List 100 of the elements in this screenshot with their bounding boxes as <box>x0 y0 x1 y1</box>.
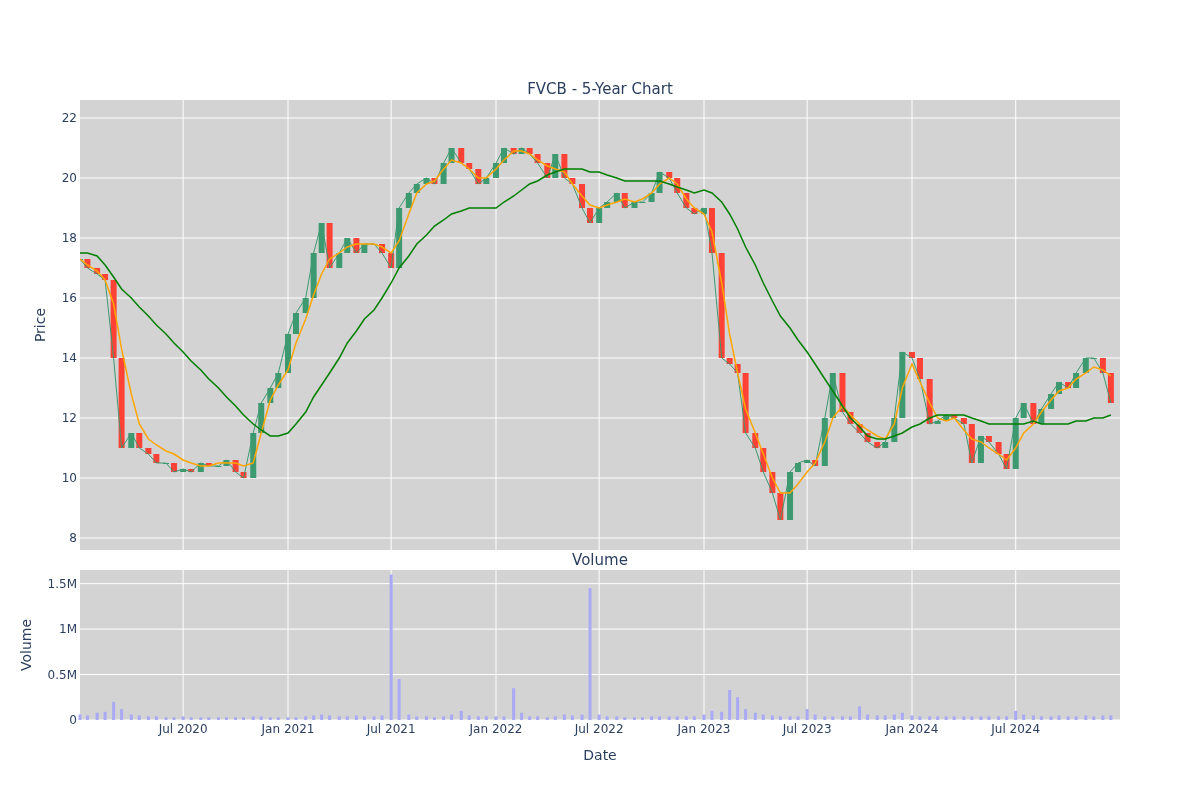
volume-bar <box>892 714 896 720</box>
volume-bar <box>286 717 290 720</box>
volume-bar <box>217 717 220 720</box>
tick-label: Jul 2022 <box>574 722 624 736</box>
volume-bar <box>304 716 308 720</box>
tick-label: 16 <box>61 291 77 305</box>
volume-bar <box>407 714 411 720</box>
volume-bar <box>354 715 358 720</box>
volume-bar <box>970 716 974 720</box>
volume-bar <box>251 716 255 720</box>
chart-title: FVCB - 5-Year Chart <box>527 80 673 98</box>
volume-bar <box>658 716 662 720</box>
volume-bar <box>1066 716 1070 720</box>
volume-bar <box>936 716 940 720</box>
volume-bar <box>553 716 557 720</box>
volume-bar <box>597 714 601 720</box>
volume-bar <box>702 714 706 720</box>
volume-bar <box>623 717 627 720</box>
volume-bar <box>605 716 609 720</box>
axis-title: Volume <box>18 618 34 672</box>
volume-bar <box>667 716 671 720</box>
volume-bar <box>234 717 238 720</box>
volume-bar <box>562 714 566 720</box>
volume-bar <box>129 714 133 720</box>
volume-bar <box>1022 714 1026 720</box>
volume-bar <box>415 716 419 720</box>
volume-bar <box>242 717 246 720</box>
volume-bar <box>172 717 176 720</box>
volume-bar <box>432 717 436 720</box>
volume-bar <box>778 716 782 720</box>
tick-label: Jul 2023 <box>782 722 832 736</box>
tick-label: Jan 2023 <box>677 722 731 736</box>
tick-label: 10 <box>61 471 77 485</box>
volume-bar <box>207 717 211 720</box>
volume-bar <box>684 716 688 720</box>
volume-bar <box>796 716 800 720</box>
volume-bar <box>728 690 732 720</box>
volume-bar <box>476 716 480 720</box>
tick-label: 22 <box>61 111 77 125</box>
volume-bar <box>425 716 428 720</box>
volume-bar <box>362 716 366 720</box>
volume-bar <box>78 714 82 720</box>
tick-label: Jan 2024 <box>885 722 939 736</box>
volume-bar <box>1109 715 1113 720</box>
volume-bar <box>545 717 549 720</box>
volume-bar <box>831 716 835 720</box>
volume-bar <box>103 711 107 720</box>
tick-label: 1M <box>59 622 77 637</box>
volume-bar <box>337 716 341 720</box>
volume-bar <box>866 714 870 720</box>
volume-bar <box>1074 716 1078 720</box>
tick-label: 0.5M <box>47 667 77 682</box>
tick-label: 12 <box>61 411 77 425</box>
volume-bar <box>928 716 932 720</box>
volume-bar <box>484 716 488 720</box>
chart-title: Volume <box>572 551 628 569</box>
volume-bar <box>997 716 1001 720</box>
volume-bar <box>944 716 948 720</box>
tick-label: 8 <box>69 531 77 545</box>
volume-bar <box>1039 716 1043 720</box>
volume-bar <box>736 697 740 720</box>
volume-bar <box>459 710 463 720</box>
axis-title: Date <box>583 747 617 763</box>
volume-bar <box>1049 716 1053 720</box>
volume-bar <box>137 715 141 720</box>
volume-bar <box>761 714 765 720</box>
volume-bar <box>1005 716 1009 720</box>
volume-bar <box>95 712 99 720</box>
volume-bar <box>675 716 679 720</box>
volume-bar <box>580 714 584 720</box>
volume-bar <box>788 716 792 720</box>
volume-bar <box>770 715 774 720</box>
volume-bar <box>259 716 263 720</box>
volume-bar <box>910 715 914 720</box>
volume-bar <box>962 716 966 720</box>
volume-bar <box>199 717 203 720</box>
volume-bar <box>276 717 280 720</box>
volume-bar <box>710 710 714 720</box>
volume-bar <box>640 717 644 720</box>
volume-bar <box>952 716 956 720</box>
tick-label: 0 <box>69 713 77 727</box>
volume-bar <box>650 716 654 720</box>
volume-bar <box>312 715 316 720</box>
axis-title: Price <box>32 307 48 343</box>
volume-bar <box>858 706 862 720</box>
volume-bar <box>294 717 298 720</box>
volume-bar <box>189 717 193 720</box>
volume-bar <box>268 717 272 720</box>
volume-bar <box>320 714 324 720</box>
volume-bar <box>512 688 516 720</box>
volume-bar <box>979 716 983 720</box>
volume-bar <box>536 716 540 720</box>
volume-bar <box>1014 710 1018 720</box>
volume-bar <box>120 709 124 720</box>
tick-label: Jan 2022 <box>469 722 523 736</box>
tick-label: Jul 2021 <box>366 722 416 736</box>
volume-bar <box>744 709 748 720</box>
volume-bar <box>442 716 446 720</box>
volume-bar <box>372 716 376 720</box>
tick-label: 14 <box>61 351 77 365</box>
